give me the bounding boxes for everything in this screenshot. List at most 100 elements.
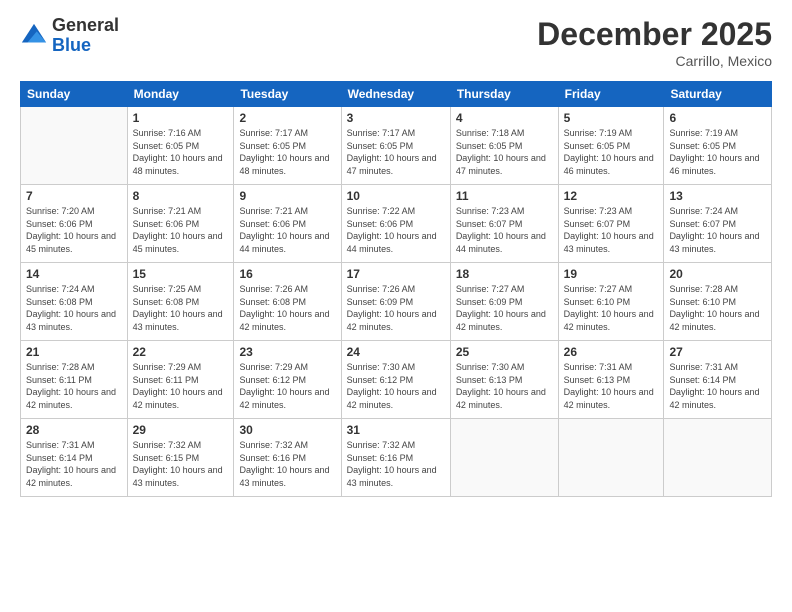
day-cell: 3Sunrise: 7:17 AM Sunset: 6:05 PM Daylig…	[341, 107, 450, 185]
day-cell: 16Sunrise: 7:26 AM Sunset: 6:08 PM Dayli…	[234, 263, 341, 341]
day-cell: 26 Sunrise: 7:31 AM Sunset: 6:13 PM Dayli…	[558, 341, 664, 419]
day-number: 3	[347, 111, 445, 125]
day-cell: 15Sunrise: 7:25 AM Sunset: 6:08 PM Dayli…	[127, 263, 234, 341]
day-number: 9	[239, 189, 335, 203]
day-info: Sunrise: 7:28 AM Sunset: 6:10 PM Dayligh…	[669, 283, 766, 333]
day-cell: 19 Sunrise: 7:27 AM Sunset: 6:10 PM Dayli…	[558, 263, 664, 341]
day-number: 12	[564, 189, 659, 203]
day-cell: 31 Sunrise: 7:32 AM Sunset: 6:16 PM Dayli…	[341, 419, 450, 497]
day-cell: 29 Sunrise: 7:32 AM Sunset: 6:15 PM Dayli…	[127, 419, 234, 497]
col-sunday: Sunday	[21, 82, 128, 107]
month-title: December 2025	[537, 16, 772, 53]
day-cell: 17 Sunrise: 7:26 AM Sunset: 6:09 PM Dayli…	[341, 263, 450, 341]
week-row-2: 7 Sunrise: 7:20 AM Sunset: 6:06 PM Daylig…	[21, 185, 772, 263]
day-number: 31	[347, 423, 445, 437]
day-cell: 27Sunrise: 7:31 AM Sunset: 6:14 PM Dayli…	[664, 341, 772, 419]
logo-general: General	[52, 16, 119, 36]
day-number: 13	[669, 189, 766, 203]
day-info: Sunrise: 7:27 AM Sunset: 6:10 PM Dayligh…	[564, 283, 659, 333]
logo-text: General Blue	[52, 16, 119, 56]
day-number: 4	[456, 111, 553, 125]
day-number: 8	[133, 189, 229, 203]
day-number: 21	[26, 345, 122, 359]
week-row-4: 21 Sunrise: 7:28 AM Sunset: 6:11 PM Dayli…	[21, 341, 772, 419]
day-cell	[450, 419, 558, 497]
day-cell	[558, 419, 664, 497]
day-number: 6	[669, 111, 766, 125]
day-number: 7	[26, 189, 122, 203]
day-info: Sunrise: 7:31 AM Sunset: 6:13 PM Dayligh…	[564, 361, 659, 411]
day-info: Sunrise: 7:22 AM Sunset: 6:06 PM Dayligh…	[347, 205, 445, 255]
day-number: 23	[239, 345, 335, 359]
day-number: 1	[133, 111, 229, 125]
day-cell: 30 Sunrise: 7:32 AM Sunset: 6:16 PM Dayli…	[234, 419, 341, 497]
day-cell: 7 Sunrise: 7:20 AM Sunset: 6:06 PM Daylig…	[21, 185, 128, 263]
day-cell	[664, 419, 772, 497]
weekday-header-row: Sunday Monday Tuesday Wednesday Thursday…	[21, 82, 772, 107]
logo: General Blue	[20, 16, 119, 56]
day-cell: 24 Sunrise: 7:30 AM Sunset: 6:12 PM Dayli…	[341, 341, 450, 419]
day-number: 27	[669, 345, 766, 359]
day-cell: 14 Sunrise: 7:24 AM Sunset: 6:08 PM Dayli…	[21, 263, 128, 341]
week-row-5: 28 Sunrise: 7:31 AM Sunset: 6:14 PM Dayli…	[21, 419, 772, 497]
day-info: Sunrise: 7:26 AM Sunset: 6:08 PM Dayligh…	[239, 283, 335, 333]
calendar-page: General Blue December 2025 Carrillo, Mex…	[0, 0, 792, 612]
day-info: Sunrise: 7:23 AM Sunset: 6:07 PM Dayligh…	[564, 205, 659, 255]
day-number: 24	[347, 345, 445, 359]
day-cell: 12 Sunrise: 7:23 AM Sunset: 6:07 PM Dayli…	[558, 185, 664, 263]
day-info: Sunrise: 7:17 AM Sunset: 6:05 PM Dayligh…	[239, 127, 335, 177]
day-info: Sunrise: 7:24 AM Sunset: 6:08 PM Dayligh…	[26, 283, 122, 333]
week-row-1: 1 Sunrise: 7:16 AM Sunset: 6:05 PM Daylig…	[21, 107, 772, 185]
day-info: Sunrise: 7:32 AM Sunset: 6:15 PM Dayligh…	[133, 439, 229, 489]
day-number: 14	[26, 267, 122, 281]
day-info: Sunrise: 7:31 AM Sunset: 6:14 PM Dayligh…	[26, 439, 122, 489]
title-block: December 2025 Carrillo, Mexico	[537, 16, 772, 69]
day-cell: 28 Sunrise: 7:31 AM Sunset: 6:14 PM Dayli…	[21, 419, 128, 497]
day-cell: 10 Sunrise: 7:22 AM Sunset: 6:06 PM Dayli…	[341, 185, 450, 263]
day-number: 17	[347, 267, 445, 281]
day-cell: 25Sunrise: 7:30 AM Sunset: 6:13 PM Dayli…	[450, 341, 558, 419]
day-number: 5	[564, 111, 659, 125]
day-info: Sunrise: 7:29 AM Sunset: 6:12 PM Dayligh…	[239, 361, 335, 411]
day-number: 29	[133, 423, 229, 437]
page-header: General Blue December 2025 Carrillo, Mex…	[20, 16, 772, 69]
day-info: Sunrise: 7:24 AM Sunset: 6:07 PM Dayligh…	[669, 205, 766, 255]
day-info: Sunrise: 7:28 AM Sunset: 6:11 PM Dayligh…	[26, 361, 122, 411]
day-info: Sunrise: 7:19 AM Sunset: 6:05 PM Dayligh…	[564, 127, 659, 177]
day-number: 22	[133, 345, 229, 359]
day-info: Sunrise: 7:26 AM Sunset: 6:09 PM Dayligh…	[347, 283, 445, 333]
day-number: 30	[239, 423, 335, 437]
week-row-3: 14 Sunrise: 7:24 AM Sunset: 6:08 PM Dayli…	[21, 263, 772, 341]
day-cell: 8 Sunrise: 7:21 AM Sunset: 6:06 PM Daylig…	[127, 185, 234, 263]
day-cell: 13 Sunrise: 7:24 AM Sunset: 6:07 PM Dayli…	[664, 185, 772, 263]
day-number: 10	[347, 189, 445, 203]
day-cell: 18Sunrise: 7:27 AM Sunset: 6:09 PM Dayli…	[450, 263, 558, 341]
day-number: 19	[564, 267, 659, 281]
day-info: Sunrise: 7:20 AM Sunset: 6:06 PM Dayligh…	[26, 205, 122, 255]
day-info: Sunrise: 7:29 AM Sunset: 6:11 PM Dayligh…	[133, 361, 229, 411]
day-info: Sunrise: 7:32 AM Sunset: 6:16 PM Dayligh…	[347, 439, 445, 489]
day-info: Sunrise: 7:30 AM Sunset: 6:12 PM Dayligh…	[347, 361, 445, 411]
day-info: Sunrise: 7:21 AM Sunset: 6:06 PM Dayligh…	[239, 205, 335, 255]
col-monday: Monday	[127, 82, 234, 107]
day-number: 26	[564, 345, 659, 359]
location: Carrillo, Mexico	[537, 53, 772, 69]
day-cell	[21, 107, 128, 185]
day-cell: 4Sunrise: 7:18 AM Sunset: 6:05 PM Daylig…	[450, 107, 558, 185]
day-info: Sunrise: 7:32 AM Sunset: 6:16 PM Dayligh…	[239, 439, 335, 489]
day-cell: 6Sunrise: 7:19 AM Sunset: 6:05 PM Daylig…	[664, 107, 772, 185]
day-number: 15	[133, 267, 229, 281]
day-cell: 20Sunrise: 7:28 AM Sunset: 6:10 PM Dayli…	[664, 263, 772, 341]
day-cell: 9 Sunrise: 7:21 AM Sunset: 6:06 PM Daylig…	[234, 185, 341, 263]
logo-blue: Blue	[52, 36, 119, 56]
day-info: Sunrise: 7:16 AM Sunset: 6:05 PM Dayligh…	[133, 127, 229, 177]
day-info: Sunrise: 7:23 AM Sunset: 6:07 PM Dayligh…	[456, 205, 553, 255]
day-cell: 5 Sunrise: 7:19 AM Sunset: 6:05 PM Daylig…	[558, 107, 664, 185]
day-number: 11	[456, 189, 553, 203]
day-info: Sunrise: 7:27 AM Sunset: 6:09 PM Dayligh…	[456, 283, 553, 333]
day-number: 2	[239, 111, 335, 125]
day-info: Sunrise: 7:21 AM Sunset: 6:06 PM Dayligh…	[133, 205, 229, 255]
day-number: 28	[26, 423, 122, 437]
day-info: Sunrise: 7:30 AM Sunset: 6:13 PM Dayligh…	[456, 361, 553, 411]
col-friday: Friday	[558, 82, 664, 107]
